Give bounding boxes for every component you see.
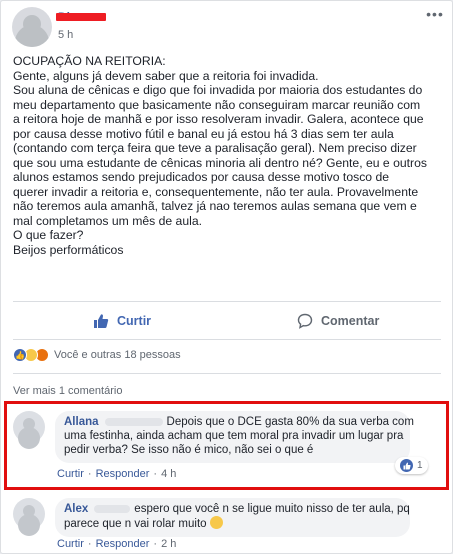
comment-line: espero que você n se ligue muito nisso d… [134, 503, 410, 515]
post-line: por causa desse motivo fútil e banal eu … [13, 126, 394, 141]
name-redaction-mark [56, 13, 106, 21]
thumbs-up-icon [94, 314, 109, 328]
comment-button-label: Comentar [321, 314, 380, 328]
comment-like-link[interactable]: Curtir [57, 538, 84, 550]
post-header: Diara 5 h ••• [12, 7, 444, 47]
like-button[interactable]: Curtir [93, 310, 151, 332]
post-line: Gente, alguns já devem saber que a reito… [13, 68, 319, 83]
post-line: OCUPAÇÃO NA REITORIA: [13, 54, 166, 68]
comment-reply-link[interactable]: Responder [96, 538, 150, 550]
post-line: alunos estamos sendo prejudicados por ca… [13, 170, 390, 184]
comment-icon [297, 313, 313, 329]
post-line: querer invadir a reitoria e, consequente… [13, 184, 419, 199]
comment-button[interactable]: Comentar [297, 310, 379, 332]
actions-top-divider [13, 301, 441, 302]
comment-line: parece que n vai rolar muito [64, 518, 207, 530]
like-button-label: Curtir [117, 314, 152, 328]
commenter-avatar[interactable] [13, 498, 45, 530]
highlight-annotation-box [4, 401, 449, 490]
facebook-post-card: Diara 5 h ••• OCUPAÇÃO NA REITORIA: Gent… [0, 0, 453, 554]
commenter-name[interactable]: Alex [64, 503, 88, 515]
like-icon: 👍 [13, 348, 27, 362]
post-text: OCUPAÇÃO NA REITORIA: Gente, alguns já d… [13, 54, 443, 257]
post-line: Sou aluna de cênicas e digo que foi inva… [13, 83, 423, 97]
post-line: mal completamos um mês de aula. [13, 213, 202, 228]
post-line: Beijos performáticos [13, 242, 124, 257]
author-avatar[interactable] [12, 7, 52, 47]
view-more-comments-link[interactable]: Ver mais 1 comentário [13, 385, 122, 397]
name-blur [94, 504, 131, 513]
actions-bottom-divider [13, 339, 441, 340]
post-line: (contando com terça feira que teve a par… [13, 141, 417, 155]
comments-divider [13, 373, 441, 374]
reactions-summary[interactable]: 👍 Você e outras 18 pessoas [13, 347, 181, 363]
post-timestamp[interactable]: 5 h [58, 29, 73, 41]
post-line: O que fazer? [13, 228, 84, 242]
comment-time[interactable]: 2 h [161, 538, 176, 550]
post-line: meu departamento que basicamente não con… [13, 97, 421, 112]
comment-actions: Curtir · Responder · 2 h [57, 538, 177, 550]
reactions-count-text: Você e outras 18 pessoas [54, 349, 181, 361]
post-line: que sou uma estudante de cênicas minoria… [13, 155, 427, 170]
comment-bubble: Alex espero que você n se ligue muito nis… [55, 498, 410, 537]
post-line: a reitora hoje de manhã e por isso resol… [13, 112, 424, 126]
post-line: não teremos aula amanhã, talvez já nao t… [13, 199, 417, 213]
confused-emoji-icon [209, 516, 223, 529]
more-options-icon[interactable]: ••• [426, 7, 444, 23]
